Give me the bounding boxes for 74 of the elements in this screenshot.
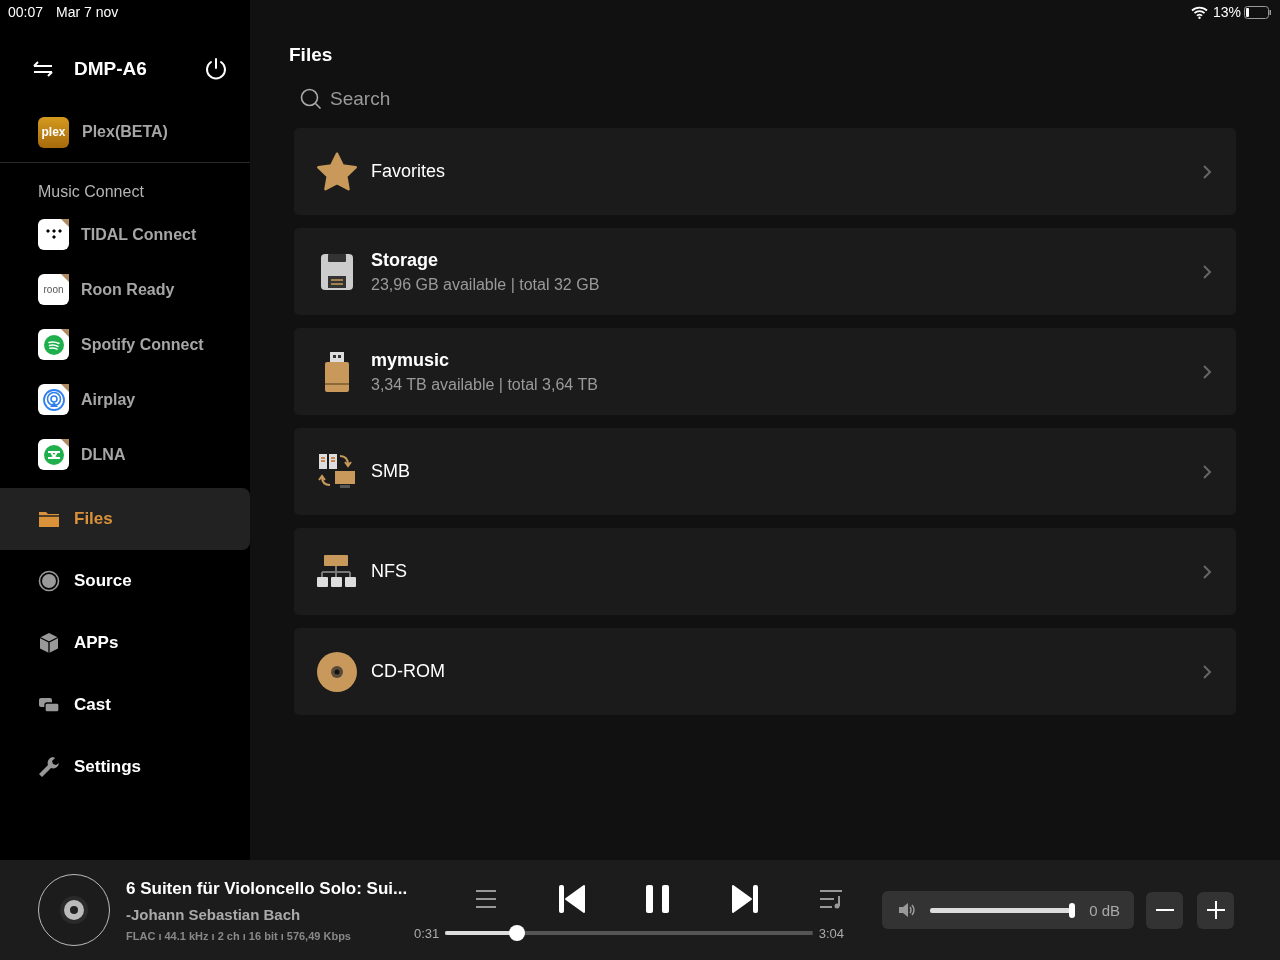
plex-logo: plex	[38, 116, 69, 148]
corner-badge-icon	[61, 384, 69, 392]
swap-arrows-icon[interactable]	[32, 61, 54, 77]
search-field[interactable]: Search	[328, 87, 632, 111]
previous-button[interactable]	[557, 884, 586, 914]
item-subtitle: 3,34 TB available | total 3,64 TB	[371, 375, 599, 394]
screens-icon	[38, 696, 60, 714]
list-card[interactable]: Storage 23,96 GB available | total 32 GB	[294, 228, 1236, 315]
item-title: Storage	[371, 249, 440, 271]
volume-reading: 0 dB	[1089, 901, 1120, 919]
nav-item[interactable]: APPs	[0, 612, 250, 674]
nav-item[interactable]: Settings	[0, 736, 250, 798]
volume-down-button[interactable]	[1146, 891, 1183, 929]
folder-icon	[38, 510, 60, 528]
next-button[interactable]	[730, 884, 759, 914]
nav-item[interactable]: Source	[0, 550, 250, 612]
elapsed-time: 0:31	[414, 925, 440, 941]
corner-badge-icon	[61, 329, 69, 337]
list-card[interactable]: Favorites	[294, 128, 1236, 215]
wifi-icon	[1190, 5, 1208, 19]
cube-icon	[38, 632, 60, 654]
corner-badge-icon	[61, 274, 69, 282]
item-title: NFS	[371, 561, 408, 582]
sidebar-item[interactable]: TIDAL Connect	[81, 225, 197, 244]
item-title: mymusic	[371, 349, 451, 371]
search-icon	[300, 88, 322, 110]
sidebar-item[interactable]: Airplay	[81, 390, 136, 409]
star-icon	[316, 151, 358, 192]
list-card[interactable]: mymusic 3,34 TB available | total 3,64 TB	[294, 328, 1236, 415]
battery-icon	[1244, 5, 1272, 19]
status-date: Mar 7 nov	[56, 4, 119, 20]
track-title: 6 Suiten für Violoncello Solo: Sui...	[126, 878, 409, 899]
disc-icon	[316, 650, 358, 693]
minus-icon	[1155, 909, 1174, 911]
list-card[interactable]: CD-ROM	[294, 628, 1236, 715]
nav-item[interactable]: Cast	[0, 674, 250, 736]
item-title: CD-ROM	[371, 661, 446, 682]
battery-percent: 13%	[1212, 4, 1241, 20]
chevron-right-icon	[1202, 163, 1212, 180]
track-artist: -Johann Sebastian Bach	[126, 905, 302, 923]
plus-icon	[1206, 901, 1225, 919]
section-title: Music Connect	[37, 182, 145, 202]
queue-button[interactable]	[474, 888, 498, 910]
radio-circle-icon	[38, 570, 60, 592]
power-icon[interactable]	[204, 57, 228, 81]
page-title: Files	[289, 44, 334, 67]
chevron-right-icon	[1202, 263, 1212, 280]
item-title: SMB	[371, 461, 411, 482]
corner-badge-icon	[61, 439, 69, 447]
wrench-icon	[38, 756, 60, 778]
disc-icon	[59, 895, 89, 925]
chevron-right-icon	[1202, 363, 1212, 380]
chevron-right-icon	[1202, 663, 1212, 680]
duration-time: 3:04	[818, 925, 844, 941]
roon-logo: roon	[43, 284, 64, 295]
device-name: DMP-A6	[74, 58, 148, 80]
sidebar-item[interactable]: Plex(BETA)	[82, 123, 168, 141]
chevron-right-icon	[1202, 463, 1212, 480]
volume-up-button[interactable]	[1197, 891, 1234, 929]
corner-badge-icon	[61, 219, 69, 227]
list-card[interactable]: SMB	[294, 428, 1236, 515]
sidebar-item[interactable]: Roon Ready	[81, 280, 175, 299]
status-time: 00:07	[8, 4, 44, 20]
chevron-right-icon	[1202, 563, 1212, 580]
diamonds-icon	[44, 227, 63, 242]
sidebar-item[interactable]: DLNA	[81, 445, 126, 464]
item-subtitle: 23,96 GB available | total 32 GB	[371, 275, 601, 294]
sidebar-item[interactable]: Spotify Connect	[81, 335, 204, 354]
playlist-button[interactable]	[818, 888, 844, 910]
list-card[interactable]: NFS	[294, 528, 1236, 615]
nav-item[interactable]: Files	[0, 488, 250, 550]
pause-button[interactable]	[645, 884, 671, 914]
speaker-icon	[898, 902, 916, 918]
item-title: Favorites	[371, 161, 447, 182]
